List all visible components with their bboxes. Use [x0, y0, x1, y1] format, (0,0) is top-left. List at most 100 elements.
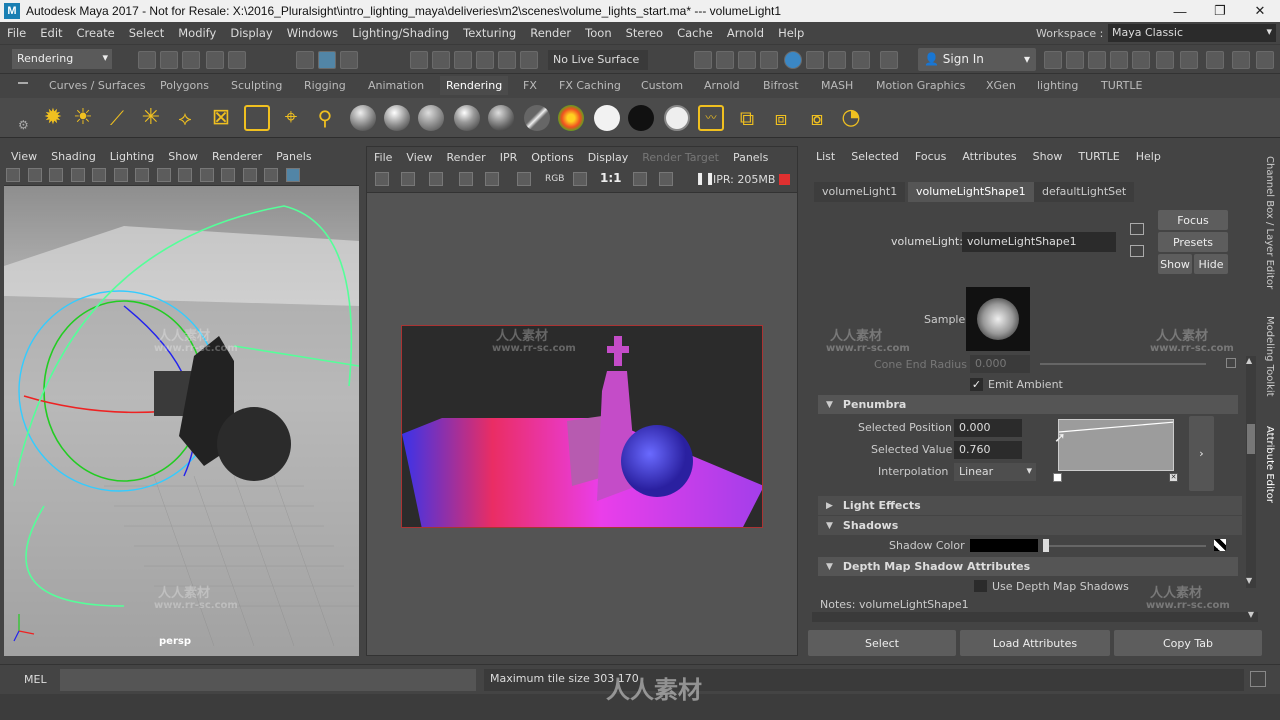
layer-editor-icon[interactable]: [1180, 51, 1198, 69]
render-view-icon[interactable]: [694, 51, 712, 69]
snap-grid-icon[interactable]: [410, 51, 428, 69]
image-plane-icon[interactable]: [70, 168, 85, 182]
shelf-tab-fx-caching[interactable]: FX Caching: [559, 79, 621, 92]
save-scene-icon[interactable]: [182, 51, 200, 69]
select-object-icon[interactable]: [318, 51, 336, 69]
persp-menu-show[interactable]: Show: [161, 150, 205, 163]
select-component-icon[interactable]: [340, 51, 358, 69]
render-frame-icon[interactable]: [716, 51, 734, 69]
shadows-section-header[interactable]: ▼ Shadows: [818, 516, 1242, 535]
shelf-tab-mash[interactable]: MASH: [821, 79, 853, 92]
presets-button[interactable]: Presets: [1158, 232, 1228, 252]
ae-menu-help[interactable]: Help: [1128, 150, 1169, 163]
resolution-gate-icon[interactable]: [178, 168, 192, 182]
anisotropic-material-icon[interactable]: [488, 105, 514, 131]
shelf-gear-icon[interactable]: ⚙: [18, 118, 29, 132]
shelf-tab-custom[interactable]: Custom: [641, 79, 683, 92]
minimize-button[interactable]: —: [1160, 0, 1200, 22]
render-menu-options[interactable]: Options: [524, 151, 580, 164]
menu-display[interactable]: Display: [223, 26, 279, 40]
camera-aim-icon[interactable]: ⚲: [312, 105, 338, 131]
batch-render-icon[interactable]: ⧇: [804, 105, 830, 131]
2d-pan-icon[interactable]: [92, 168, 106, 182]
snap-live-icon[interactable]: [520, 51, 538, 69]
arnold-render-icon[interactable]: [828, 51, 846, 69]
shadow-color-slider-handle[interactable]: [1043, 539, 1049, 552]
menu-modify[interactable]: Modify: [171, 26, 223, 40]
ae-menu-show[interactable]: Show: [1025, 150, 1071, 163]
mel-label[interactable]: MEL: [24, 673, 47, 686]
outliner-icon[interactable]: [1066, 51, 1084, 69]
settings-icon[interactable]: [1206, 51, 1224, 69]
redo-render-icon[interactable]: [375, 172, 389, 186]
volume-light-icon[interactable]: ⊠: [208, 105, 234, 131]
redo-icon[interactable]: [228, 51, 246, 69]
ae-menu-turtle[interactable]: TURTLE: [1070, 150, 1127, 163]
render-menu-ipr[interactable]: IPR: [493, 151, 525, 164]
ae-menu-list[interactable]: List: [808, 150, 843, 163]
scrollbar-thumb[interactable]: [1247, 424, 1255, 454]
ae-menu-attributes[interactable]: Attributes: [954, 150, 1024, 163]
hypershade-icon[interactable]: [784, 51, 802, 69]
real-size-label[interactable]: 1:1: [600, 171, 622, 185]
film-gate-icon[interactable]: [156, 168, 171, 182]
render-menu-file[interactable]: File: [367, 151, 399, 164]
new-scene-icon[interactable]: [138, 51, 156, 69]
light-volume-box-icon[interactable]: [244, 105, 270, 131]
blinn-material-icon[interactable]: [384, 105, 410, 131]
maximize-button[interactable]: ❐: [1200, 0, 1240, 22]
gate-mask-icon[interactable]: [199, 168, 214, 182]
remove-image-icon[interactable]: [659, 172, 673, 186]
emit-ambient-checkbox[interactable]: ✓: [970, 378, 983, 391]
lighting-icon[interactable]: ◔: [838, 105, 864, 131]
tab-defaultlightset[interactable]: defaultLightSet: [1034, 182, 1135, 202]
phong-material-icon[interactable]: [418, 105, 444, 131]
menu-windows[interactable]: Windows: [280, 26, 345, 40]
close-button[interactable]: ✕: [1240, 0, 1280, 22]
shelf-menu-icon[interactable]: [18, 82, 28, 84]
ipr-icon[interactable]: [459, 172, 473, 186]
shelf-tab-rigging[interactable]: Rigging: [304, 79, 346, 92]
channel-box-layer-editor-tab[interactable]: Channel Box / Layer Editor: [1264, 156, 1275, 289]
scroll-down-icon[interactable]: ▼: [1246, 576, 1252, 585]
cone-end-radius-slider[interactable]: [1040, 363, 1206, 365]
shelf-tab-polygons[interactable]: Polygons: [160, 79, 209, 92]
render-menu-display[interactable]: Display: [581, 151, 636, 164]
menu-render[interactable]: Render: [523, 26, 578, 40]
menu-help[interactable]: Help: [771, 26, 811, 40]
perspective-viewport[interactable]: persp: [4, 186, 359, 656]
map-button-icon[interactable]: [1226, 358, 1236, 368]
shelf-tab-arnold[interactable]: Arnold: [704, 79, 740, 92]
menu-edit[interactable]: Edit: [33, 26, 69, 40]
render-layers-icon[interactable]: ⧉: [734, 105, 760, 131]
persp-menu-lighting[interactable]: Lighting: [103, 150, 161, 163]
penumbra-ramp-graph[interactable]: [1058, 419, 1174, 471]
lambert-material-icon[interactable]: [350, 105, 376, 131]
shelf-tab-fx[interactable]: FX: [523, 79, 537, 92]
copy-tab-button[interactable]: Copy Tab: [1114, 630, 1262, 656]
shadow-color-slider[interactable]: [1046, 545, 1206, 547]
camera-icon[interactable]: ⌖: [278, 105, 304, 131]
attribute-editor-tab[interactable]: Attribute Editor: [1264, 426, 1275, 503]
selected-value-field[interactable]: 0.760: [954, 441, 1022, 459]
shading-map-icon[interactable]: [664, 105, 690, 131]
show-button[interactable]: Show: [1158, 254, 1192, 274]
use-background-icon[interactable]: [628, 105, 654, 131]
snapshot-icon[interactable]: [429, 172, 443, 186]
expand-icon[interactable]: [1256, 51, 1274, 69]
tab-volumelight1[interactable]: volumeLight1: [814, 182, 906, 202]
render-menu-panels[interactable]: Panels: [726, 151, 775, 164]
sign-in-button[interactable]: 👤 Sign In ▾: [918, 48, 1036, 71]
menu-texturing[interactable]: Texturing: [456, 26, 523, 40]
script-editor-icon[interactable]: [1250, 671, 1266, 687]
light-editor-icon[interactable]: [806, 51, 824, 69]
hide-button[interactable]: Hide: [1194, 254, 1228, 274]
light-effects-section-header[interactable]: ▶ Light Effects: [818, 496, 1242, 515]
shelf-tab-bifrost[interactable]: Bifrost: [763, 79, 799, 92]
point-light-icon[interactable]: ⟋: [104, 105, 130, 131]
focus-output-icon[interactable]: [1130, 245, 1144, 257]
notes-field[interactable]: ▼: [812, 610, 1258, 622]
render-settings-icon[interactable]: [760, 51, 778, 69]
grid-icon[interactable]: [135, 168, 149, 182]
select-camera-icon[interactable]: [6, 168, 20, 182]
